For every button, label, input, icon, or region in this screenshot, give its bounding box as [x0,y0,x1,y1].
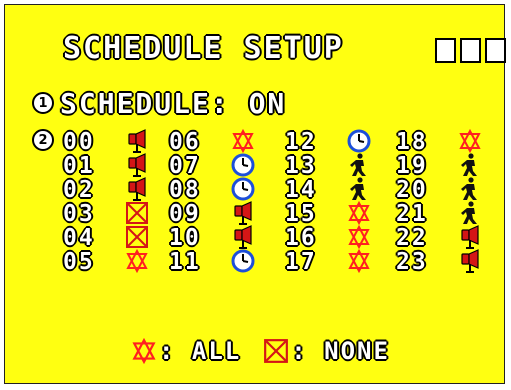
running-person-icon [350,153,366,176]
running-person-icon [461,201,477,224]
slot-hour-label: 15 [285,201,317,227]
slot-hour-label: 13 [285,153,317,179]
slot-hour-label: 01 [63,153,95,179]
alarm-speaker-icon [234,225,252,249]
slot-hour-label: 18 [396,129,428,155]
item-number-1: 1 [32,92,54,114]
slot-hour-label: 11 [169,249,201,275]
alarm-speaker-icon [461,225,479,249]
legend: : ALL : NONE [131,337,390,365]
slot-hour-label: 06 [169,129,201,155]
osd-screen: SCHEDULE SETUP 1 SCHEDULE: ON 2 00 01 02… [4,4,506,384]
running-person-icon [461,177,477,200]
star-all-icon [348,249,370,273]
cross-box-none-icon [126,202,148,224]
star-all-icon [459,129,481,153]
slot-hour-label: 23 [396,249,428,275]
page-title: SCHEDULE SETUP [63,31,344,66]
legend-all-label: : ALL [159,337,242,365]
clock-timer-icon [231,177,255,201]
title-box [460,38,481,63]
alarm-speaker-icon [461,249,479,273]
star-all-icon [132,338,156,364]
alarm-speaker-icon [128,153,146,177]
item-number-2: 2 [32,129,54,151]
slot-hour-label: 02 [63,177,95,203]
running-person-icon [461,153,477,176]
slot-hour-label: 22 [396,225,428,251]
cross-box-none-icon [264,339,289,363]
title-box [435,38,456,63]
slot-hour-label: 20 [396,177,428,203]
slot-hour-label: 10 [169,225,201,251]
slot-hour-label: 08 [169,177,201,203]
clock-timer-icon [231,249,255,273]
alarm-speaker-icon [234,201,252,225]
running-person-icon [350,177,366,200]
slot-hour-label: 00 [63,129,95,155]
star-all-icon [348,201,370,225]
cross-box-none-icon [126,226,148,248]
clock-timer-icon [231,153,255,177]
slot-hour-label: 12 [285,129,317,155]
slot-hour-label: 03 [63,201,95,227]
slot-hour-label: 19 [396,153,428,179]
star-all-icon [232,129,254,153]
schedule-status-label: SCHEDULE: ON [60,86,287,120]
slot-hour-label: 16 [285,225,317,251]
star-all-icon [126,249,148,273]
legend-none-label: : NONE [291,337,390,365]
slot-hour-label: 05 [63,249,95,275]
schedule-toggle-row[interactable]: 1 SCHEDULE: ON [32,86,287,120]
alarm-speaker-icon [128,129,146,153]
slot-hour-label: 21 [396,201,428,227]
slot-hour-label: 17 [285,249,317,275]
slot-hour-label: 04 [63,225,95,251]
title-box [485,38,506,63]
slot-hour-label: 14 [285,177,317,203]
slot-hour-label: 07 [169,153,201,179]
clock-timer-icon [347,129,371,153]
alarm-speaker-icon [128,177,146,201]
slot-hour-label: 09 [169,201,201,227]
star-all-icon [348,225,370,249]
title-boxes [435,38,506,63]
